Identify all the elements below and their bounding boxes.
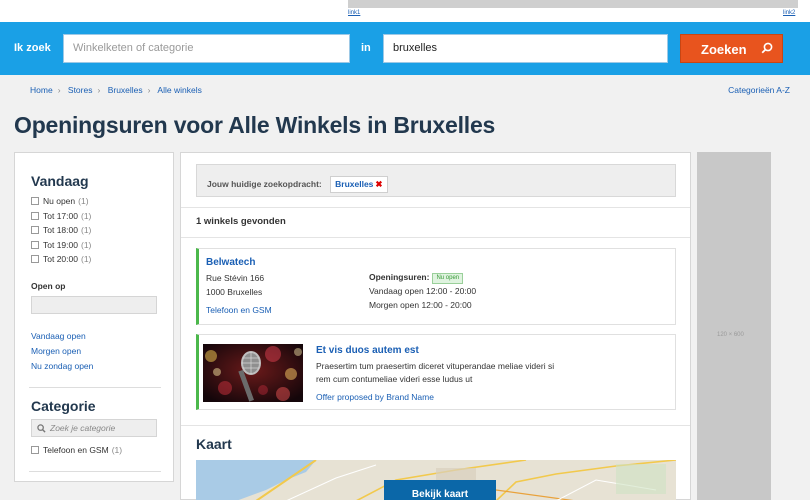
store-address: Rue Stévin 166 1000 Bruxelles [206, 271, 264, 299]
promo-text: Praesertim tum praesertim diceret vitupe… [316, 361, 555, 384]
breadcrumb-home[interactable]: Home [30, 85, 53, 95]
sidebar-divider [29, 471, 161, 472]
store-street: Rue Stévin 166 [206, 273, 265, 283]
search-bar: Ik zoek Winkelketen of categorie in brux… [0, 22, 810, 75]
store-hours: Openingsuren: Nu open Vandaag open 12:00 … [369, 270, 476, 312]
filter-label: Tot 20:00 [43, 254, 78, 264]
current-query-label: Jouw huidige zoekopdracht: [207, 179, 322, 189]
link-open-tomorrow[interactable]: Morgen open [31, 346, 81, 356]
filter-count: (1) [80, 254, 92, 264]
filter-count: (1) [111, 445, 123, 455]
store-card[interactable]: Belwatech Rue Stévin 166 1000 Bruxelles … [196, 248, 676, 325]
query-tag[interactable]: Bruxelles ✖ [330, 176, 388, 193]
map-preview[interactable]: Bekijk kaart [196, 460, 676, 500]
promo-offer-link[interactable]: Offer proposed by Brand Name [316, 392, 434, 402]
filter-now-open[interactable]: Nu open (1) [31, 196, 89, 206]
breadcrumb-stores[interactable]: Stores [68, 85, 93, 95]
checkbox-icon[interactable] [31, 255, 39, 263]
category-heading: Categorie [31, 398, 96, 414]
breadcrumb-separator-icon: › [97, 85, 101, 95]
hours-tomorrow: Morgen open 12:00 - 20:00 [369, 300, 472, 310]
search-where-label: in [361, 42, 371, 54]
link-open-today[interactable]: Vandaag open [31, 331, 86, 341]
filter-label: Tot 17:00 [43, 211, 78, 221]
search-button-label: Zoeken [701, 42, 747, 57]
filter-until-2000[interactable]: Tot 20:00 (1) [31, 254, 91, 264]
divider [181, 237, 690, 238]
store-city: 1000 Bruxelles [206, 287, 263, 297]
categories-az-link[interactable]: Categorieën A-Z [728, 85, 790, 95]
filter-category-phone[interactable]: Telefoon en GSM (1) [31, 445, 122, 455]
ad-link-right[interactable]: link2 [783, 10, 795, 16]
search-where-input[interactable]: bruxelles [383, 34, 668, 63]
search-what-label: Ik zoek [14, 42, 51, 54]
category-search-placeholder: Zoek je categorie [50, 423, 116, 433]
map-heading: Kaart [196, 436, 232, 452]
filter-label: Telefoon en GSM [43, 445, 109, 455]
promo-title[interactable]: Et vis duos autem est [316, 345, 419, 356]
search-icon [37, 424, 46, 433]
store-name[interactable]: Belwatech [206, 257, 255, 268]
filter-count: (1) [80, 225, 92, 235]
current-query-box: Jouw huidige zoekopdracht: Bruxelles ✖ [196, 164, 676, 197]
breadcrumb-city[interactable]: Bruxelles [108, 85, 143, 95]
page-title: Openingsuren voor Alle Winkels in Bruxel… [14, 112, 496, 138]
breadcrumb-separator-icon: › [147, 85, 151, 95]
breadcrumb-separator-icon: › [57, 85, 61, 95]
status-badge: Nu open [432, 273, 464, 284]
filter-label: Nu open [43, 196, 76, 206]
checkbox-icon[interactable] [31, 212, 39, 220]
checkbox-icon[interactable] [31, 446, 39, 454]
top-ad-strip: link1 link2 [0, 0, 810, 22]
filter-count: (1) [80, 211, 92, 221]
promo-image-microphone[interactable] [203, 344, 303, 402]
filter-sidebar: Vandaag Nu open (1) Tot 17:00 (1) Tot 18… [14, 152, 174, 482]
store-category-link[interactable]: Telefoon en GSM [206, 305, 272, 315]
category-search-input[interactable]: Zoek je categorie [31, 419, 157, 437]
results-count: 1 winkels gevonden [196, 216, 286, 227]
remove-tag-icon[interactable]: ✖ [375, 179, 382, 189]
checkbox-icon[interactable] [31, 226, 39, 234]
filter-until-1700[interactable]: Tot 17:00 (1) [31, 211, 91, 221]
link-open-sunday[interactable]: Nu zondag open [31, 361, 93, 371]
skyscraper-ad[interactable]: 120 × 600 [697, 152, 771, 500]
breadcrumb-current[interactable]: Alle winkels [157, 85, 201, 95]
open-on-label: Open op [31, 281, 66, 291]
promo-card[interactable]: Et vis duos autem est Praesertim tum pra… [196, 334, 676, 410]
query-tag-label: Bruxelles [335, 179, 374, 189]
checkbox-icon[interactable] [31, 197, 39, 205]
search-icon [761, 42, 773, 54]
checkbox-icon[interactable] [31, 241, 39, 249]
breadcrumb: Home › Stores › Bruxelles › Alle winkels [30, 85, 202, 95]
open-on-date-input[interactable] [31, 296, 157, 314]
results-panel: Jouw huidige zoekopdracht: Bruxelles ✖ 1 … [180, 152, 691, 500]
divider [181, 207, 690, 208]
filter-label: Tot 19:00 [43, 240, 78, 250]
filter-until-1900[interactable]: Tot 19:00 (1) [31, 240, 91, 250]
ad-link-left[interactable]: link1 [348, 10, 360, 16]
search-button[interactable]: Zoeken [680, 34, 783, 63]
search-what-input[interactable]: Winkelketen of categorie [63, 34, 350, 63]
today-heading: Vandaag [31, 173, 89, 189]
filter-count: (1) [80, 240, 92, 250]
divider [181, 425, 690, 426]
filter-count: (1) [78, 196, 89, 206]
view-map-button[interactable]: Bekijk kaart [384, 480, 496, 500]
filter-label: Tot 18:00 [43, 225, 78, 235]
hours-label: Openingsuren: [369, 272, 430, 282]
hours-today: Vandaag open 12:00 - 20:00 [369, 286, 477, 296]
sidebar-divider [29, 387, 161, 388]
ad-size-label: 120 × 600 [717, 332, 744, 338]
filter-until-1800[interactable]: Tot 18:00 (1) [31, 225, 91, 235]
top-ad-banner [348, 0, 798, 8]
